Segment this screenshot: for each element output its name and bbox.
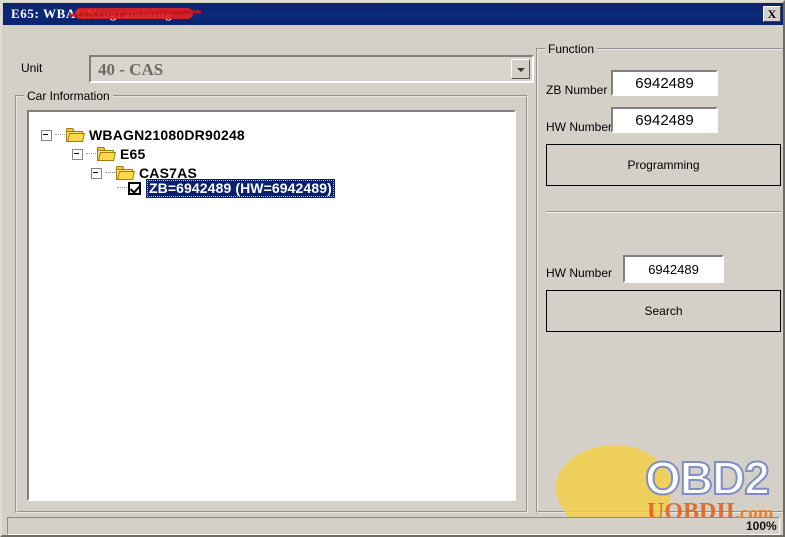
tree-connector [55, 134, 65, 136]
tree-node-label: E65 [120, 146, 146, 162]
section-divider [546, 211, 781, 213]
zb-number-label: ZB Number [546, 83, 607, 97]
window-title: E65: WBAGNrogramming [11, 6, 172, 22]
hw-number-label: HW Number [546, 120, 612, 134]
folder-icon [97, 147, 115, 161]
status-strip [7, 517, 780, 535]
unit-combobox[interactable]: 40 - CAS [89, 55, 534, 83]
hw-search-input[interactable]: 6942489 [623, 255, 724, 283]
collapse-icon[interactable] [41, 130, 52, 141]
tree-row-selected[interactable]: ZB=6942489 (HW=6942489) [117, 178, 335, 198]
zb-number-field[interactable]: 6942489 [611, 70, 718, 96]
function-group: Function ZB Number 6942489 HW Number 694… [536, 48, 785, 513]
redaction-mark [75, 8, 193, 19]
hw-search-label: HW Number [546, 266, 612, 280]
collapse-icon[interactable] [72, 149, 83, 160]
zoom-level-indicator: 100% [746, 519, 777, 533]
chevron-down-icon[interactable] [511, 59, 530, 79]
tree-connector [105, 172, 115, 174]
client-area: Unit 40 - CAS Car Information WBAGN21080… [3, 25, 784, 535]
tree-node-label-selected: ZB=6942489 (HW=6942489) [146, 179, 335, 198]
tree-connector [117, 187, 127, 189]
collapse-icon[interactable] [91, 168, 102, 179]
tree-row[interactable]: WBAGN21080DR90248 [41, 125, 245, 145]
unit-selected-value: 40 - CAS [98, 60, 163, 80]
tree-row[interactable]: E65 [72, 144, 146, 164]
programming-button[interactable]: Programming [546, 144, 781, 186]
car-information-tree[interactable]: WBAGN21080DR90248 E65 [27, 110, 516, 501]
tree-connector [86, 153, 96, 155]
application-window: E65: WBAGNrogramming X Unit 40 - CAS Car… [0, 0, 785, 537]
car-information-group: Car Information WBAGN21080DR90248 [15, 95, 528, 513]
tree-item-checkbox[interactable] [128, 182, 141, 195]
function-title: Function [545, 42, 597, 56]
unit-label: Unit [21, 61, 42, 75]
chevron-down-glyph [517, 68, 525, 72]
close-button[interactable]: X [763, 6, 781, 22]
hw-number-field[interactable]: 6942489 [611, 107, 718, 133]
search-button[interactable]: Search [546, 290, 781, 332]
car-information-title: Car Information [24, 89, 113, 103]
tree-node-label: WBAGN21080DR90248 [89, 127, 245, 143]
folder-icon [66, 128, 84, 142]
title-bar: E65: WBAGNrogramming X [3, 3, 784, 25]
